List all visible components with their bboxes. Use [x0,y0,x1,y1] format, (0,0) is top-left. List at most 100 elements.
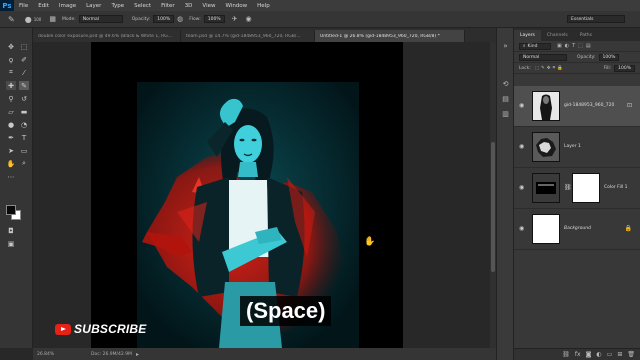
new-group-icon[interactable]: ▭ [607,351,613,358]
subscribe-badge[interactable]: SUBSCRIBE [55,322,146,336]
brush-size[interactable]: 100 [34,17,42,22]
pressure-size-icon[interactable]: ◉ [246,15,252,23]
brush-tool-icon[interactable]: ✎ [19,81,29,90]
layer-style-icon[interactable]: fx [575,351,581,358]
flow-value: 100% [207,16,221,22]
more-tools-icon[interactable]: ⋯ [6,172,16,181]
lock-icons[interactable]: ⬚✎✥⌗🔒 [535,65,565,71]
opacity-label: Opacity: [131,16,151,22]
marquee-tool-icon[interactable]: ⬚ [19,42,29,51]
layer-name[interactable]: Color Fill 1 [604,185,627,190]
photoshop-logo[interactable]: Ps [0,0,14,11]
shape-tool-icon[interactable]: ▭ [19,146,29,155]
status-arrow-icon[interactable]: ▸ [136,351,139,358]
lock-icon: 🔒 [624,225,632,232]
screen-mode-icon[interactable]: ▣ [6,239,16,248]
layer-row[interactable]: ◉ Background 🔒 [514,209,640,250]
menu-bar: Ps File Edit Image Layer Type Select Fil… [0,0,640,11]
menu-view[interactable]: View [197,3,220,9]
tab-channels[interactable]: Channels [541,30,574,41]
menu-filter[interactable]: Filter [156,3,180,9]
layer-opacity-input[interactable]: 100% [598,53,620,61]
clone-stamp-icon[interactable]: ⚲ [6,94,16,103]
menu-window[interactable]: Window [220,3,252,9]
path-select-icon[interactable]: ➤ [6,146,16,155]
healing-brush-icon[interactable]: ✚ [6,81,16,90]
fill-input[interactable]: 100% [614,64,635,72]
fill-label: Fill: [603,65,612,71]
blur-tool-icon[interactable]: ● [6,120,16,129]
move-tool-icon[interactable]: ✥ [6,42,16,51]
tab-layers[interactable]: Layers [514,30,541,41]
visibility-eye-icon[interactable]: ◉ [519,102,526,109]
menu-file[interactable]: File [14,3,33,9]
link-layers-icon[interactable]: ⛓ [562,351,570,358]
visibility-eye-icon[interactable]: ◉ [519,143,526,150]
blend-opacity-row: Normal Opacity: 100% [514,52,640,63]
layer-row[interactable]: ◉ ⛓ Color Fill 1 [514,168,640,209]
zoom-tool-icon[interactable]: ⌕ [19,159,29,168]
brush-preset-icon[interactable]: ● [25,15,32,24]
document-size: Doc: 26.9M/42.9M [91,351,132,357]
menu-help[interactable]: Help [252,3,275,9]
eyedropper-icon[interactable]: ⁄ [19,68,29,77]
zoom-level[interactable]: 26.84% [37,352,63,357]
foreground-color-swatch[interactable] [6,205,16,215]
quick-mask-icon[interactable]: ◘ [6,226,16,235]
menu-3d[interactable]: 3D [180,3,198,9]
flow-input[interactable]: 100% [203,15,225,23]
keystroke-caption: (Space) [240,296,332,326]
brush-panel-icon[interactable]: ▦ [49,15,56,23]
layer-mask-thumbnail[interactable] [572,173,600,203]
type-tool-icon[interactable]: T [19,133,29,142]
add-mask-icon[interactable]: ◙ [586,351,592,358]
tab-paths[interactable]: Paths [574,30,598,41]
layer-thumbnail [532,91,560,121]
wolf-thumbnail-art [533,133,559,161]
layer-opacity-value: 100% [602,54,616,60]
layer-row[interactable]: ◉ gid-1848953_960_720 ⊡ [514,86,640,127]
properties-panel-icon[interactable]: ▤ [501,95,510,104]
layer-row[interactable]: ◉ Layer 1 [514,127,640,168]
menu-image[interactable]: Image [54,3,81,9]
layer-name[interactable]: gid-1848953_960_720 [564,103,614,108]
tab-double-color-exposure[interactable]: double color exposure.psd @ 49.6% (Black… [33,30,181,42]
pressure-opacity-icon[interactable]: ◍ [177,15,183,23]
collapse-panels-icon[interactable]: » [501,42,510,51]
layer-kind-select[interactable]: ⌕ Kind [519,42,551,50]
menu-layer[interactable]: Layer [81,3,106,9]
tab-untitled-1[interactable]: Untitled-1 @ 26.8% (gid-1848953_960_720,… [315,30,465,42]
eraser-tool-icon[interactable]: ▱ [6,107,16,116]
history-panel-icon[interactable]: ⟲ [501,80,510,89]
adjustment-layer-icon[interactable]: ◐ [596,351,601,358]
libraries-panel-icon[interactable]: ▥ [501,110,510,119]
delete-layer-icon[interactable]: 🗑 [627,351,635,358]
blend-mode-select[interactable]: Normal [519,53,567,61]
visibility-eye-icon[interactable]: ◉ [519,184,526,191]
layer-name[interactable]: Background [564,226,591,231]
lasso-tool-icon[interactable]: ϙ [6,55,16,64]
link-chain-icon[interactable]: ⛓ [564,184,572,191]
dodge-tool-icon[interactable]: ◔ [19,120,29,129]
airbrush-icon[interactable]: ✈ [232,15,238,23]
workspace-select[interactable]: Essentials [567,15,625,23]
opacity-input[interactable]: 100% [153,15,175,23]
new-layer-icon[interactable]: ⊞ [617,351,622,358]
menu-select[interactable]: Select [129,3,156,9]
mode-select[interactable]: Normal [78,15,123,23]
history-brush-icon[interactable]: ↺ [19,94,29,103]
brush-tool-icon[interactable]: ✎ [8,15,15,24]
quick-select-icon[interactable]: ✐ [19,55,29,64]
layer-name[interactable]: Layer 1 [564,144,581,149]
gradient-tool-icon[interactable]: ▬ [19,107,29,116]
scrollbar-thumb[interactable] [491,142,495,272]
hand-tool-icon[interactable]: ✋ [6,159,16,168]
tab-label: Untitled-1 @ 26.8% (gid-1848953_960_720,… [320,33,440,39]
menu-edit[interactable]: Edit [33,3,54,9]
crop-tool-icon[interactable]: ⌗ [6,68,16,77]
menu-type[interactable]: Type [106,3,129,9]
pen-tool-icon[interactable]: ✒ [6,133,16,142]
tab-team[interactable]: team.psd @ 14.7% (gid-1848953_960_720, R… [181,30,315,42]
filter-type-icons[interactable]: ▣◐T⬚▤ [557,43,594,49]
visibility-eye-icon[interactable]: ◉ [519,225,526,232]
